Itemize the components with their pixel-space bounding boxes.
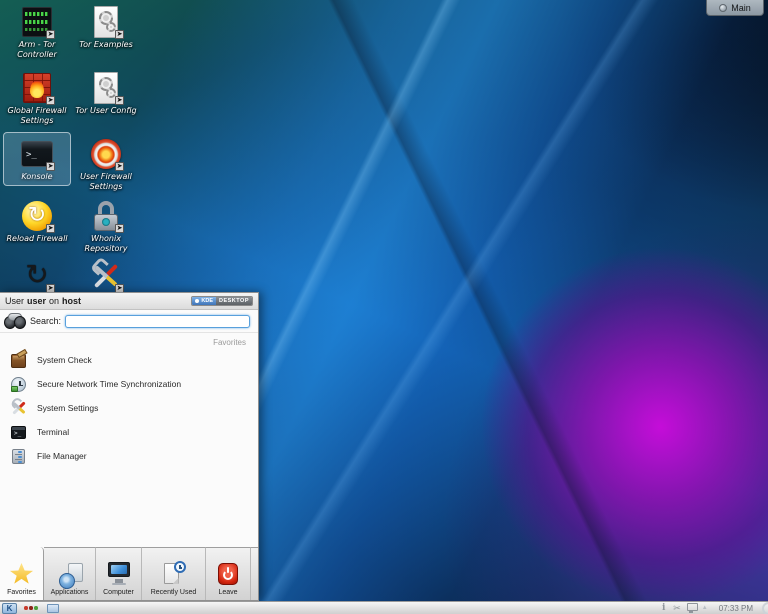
applications-icon (58, 563, 83, 589)
system-tray: i ✂ ▲ 07:33 PM (659, 601, 768, 614)
info-tray-icon[interactable]: i (659, 603, 668, 613)
kde-gear-icon (195, 299, 200, 303)
search-label: Search: (30, 316, 62, 326)
activity-icon (719, 3, 728, 12)
search-input[interactable] (65, 314, 250, 328)
shortcut-badge-icon: ➤ (115, 30, 124, 39)
kickoff-header: User user on host KDE DESKTOP (0, 293, 258, 310)
menu-item-time-sync[interactable]: Secure Network Time Synchronization (0, 372, 258, 396)
package-icon (10, 352, 27, 369)
kde-badge-right: DESKTOP (216, 297, 252, 305)
menu-empty-area (0, 468, 258, 547)
tab-computer[interactable]: Computer (96, 547, 142, 600)
digital-clock[interactable]: 07:33 PM (719, 604, 753, 613)
kde-desktop-badge: KDE DESKTOP (191, 296, 253, 306)
computer-monitor-icon (107, 561, 131, 587)
shortcut-badge-icon: ➤ (46, 30, 55, 39)
document-clock-icon (162, 561, 186, 587)
menu-item-file-manager[interactable]: File Manager (0, 444, 258, 468)
header-hostname: host (62, 296, 82, 306)
klipper-scissors-icon[interactable]: ✂ (673, 603, 681, 613)
clock-sync-icon (10, 376, 27, 393)
tray-expander-icon[interactable]: ▲ (702, 605, 708, 611)
tab-bar-filler (251, 547, 258, 600)
terminal-icon: >_ (10, 424, 27, 441)
shortcut-badge-icon: ➤ (46, 224, 55, 233)
desktop-icon-tor-examples[interactable]: ➤ Tor Examples (74, 6, 138, 50)
desktop-pager[interactable] (46, 603, 59, 613)
desktop-icon-user-firewall-settings[interactable]: ➤ User Firewall Settings (74, 138, 138, 191)
binoculars-search-icon (4, 312, 26, 330)
menu-item-system-check[interactable]: System Check (0, 348, 258, 372)
kmenu-launcher-button[interactable]: K (2, 602, 17, 614)
desktop-icon-global-firewall-settings[interactable]: ➤ Global Firewall Settings (5, 72, 69, 125)
main-activity-label: Main (731, 2, 751, 13)
shortcut-badge-icon: ➤ (115, 162, 124, 171)
tools-icon (10, 400, 27, 417)
desktop-icon-whonix-repository[interactable]: ➤ Whonix Repository (74, 200, 138, 253)
desktop-icon-konsole[interactable]: >_ ➤ Konsole (3, 132, 71, 185)
kickoff-menu: User user on host KDE DESKTOP Search: Fa… (0, 292, 259, 601)
menu-item-terminal[interactable]: >_ Terminal (0, 420, 258, 444)
power-icon (216, 561, 240, 587)
tab-recently-used[interactable]: Recently Used (142, 547, 206, 600)
star-icon (9, 561, 34, 587)
kde-badge-left: KDE (192, 297, 216, 305)
desktop-icon-restart[interactable]: ↻ ➤ (5, 260, 69, 294)
shortcut-badge-icon: ➤ (46, 96, 55, 105)
header-username: user (27, 296, 47, 306)
header-prefix: User (5, 296, 25, 306)
network-monitor-icon[interactable] (686, 603, 698, 613)
kickoff-tab-bar: Favorites Applications Computer Recently… (0, 547, 258, 600)
main-activity-button[interactable]: Main (706, 0, 764, 16)
shortcut-badge-icon: ➤ (115, 224, 124, 233)
tab-leave[interactable]: Leave (206, 547, 251, 600)
menu-item-system-settings[interactable]: System Settings (0, 396, 258, 420)
shortcut-badge-icon: ➤ (115, 96, 124, 105)
shortcut-badge-icon: ➤ (46, 162, 55, 171)
desktop-icon-setup-tools[interactable]: ➤ (74, 260, 138, 294)
header-on: on (49, 296, 60, 306)
tab-applications[interactable]: Applications (44, 547, 96, 600)
search-row: Search: (0, 310, 258, 333)
favorites-section-label: Favorites (213, 338, 246, 347)
bottom-panel: K i ✂ ▲ 07:33 PM (0, 601, 768, 614)
desktop-icon-reload-firewall[interactable]: ↻ ➤ Reload Firewall (5, 200, 69, 244)
desktop-icon-arm-tor-controller[interactable]: ➤ Arm - Tor Controller (5, 6, 69, 59)
desktop-icon-tor-user-config[interactable]: ➤ Tor User Config (74, 72, 138, 116)
tab-favorites[interactable]: Favorites (0, 547, 44, 600)
file-cabinet-icon (10, 448, 27, 465)
panel-toolbox-cashew-icon[interactable] (762, 601, 768, 614)
desktop: Main ➤ Arm - Tor Controller ➤ Tor Exampl… (0, 0, 768, 614)
activity-manager-icon[interactable] (24, 606, 38, 610)
